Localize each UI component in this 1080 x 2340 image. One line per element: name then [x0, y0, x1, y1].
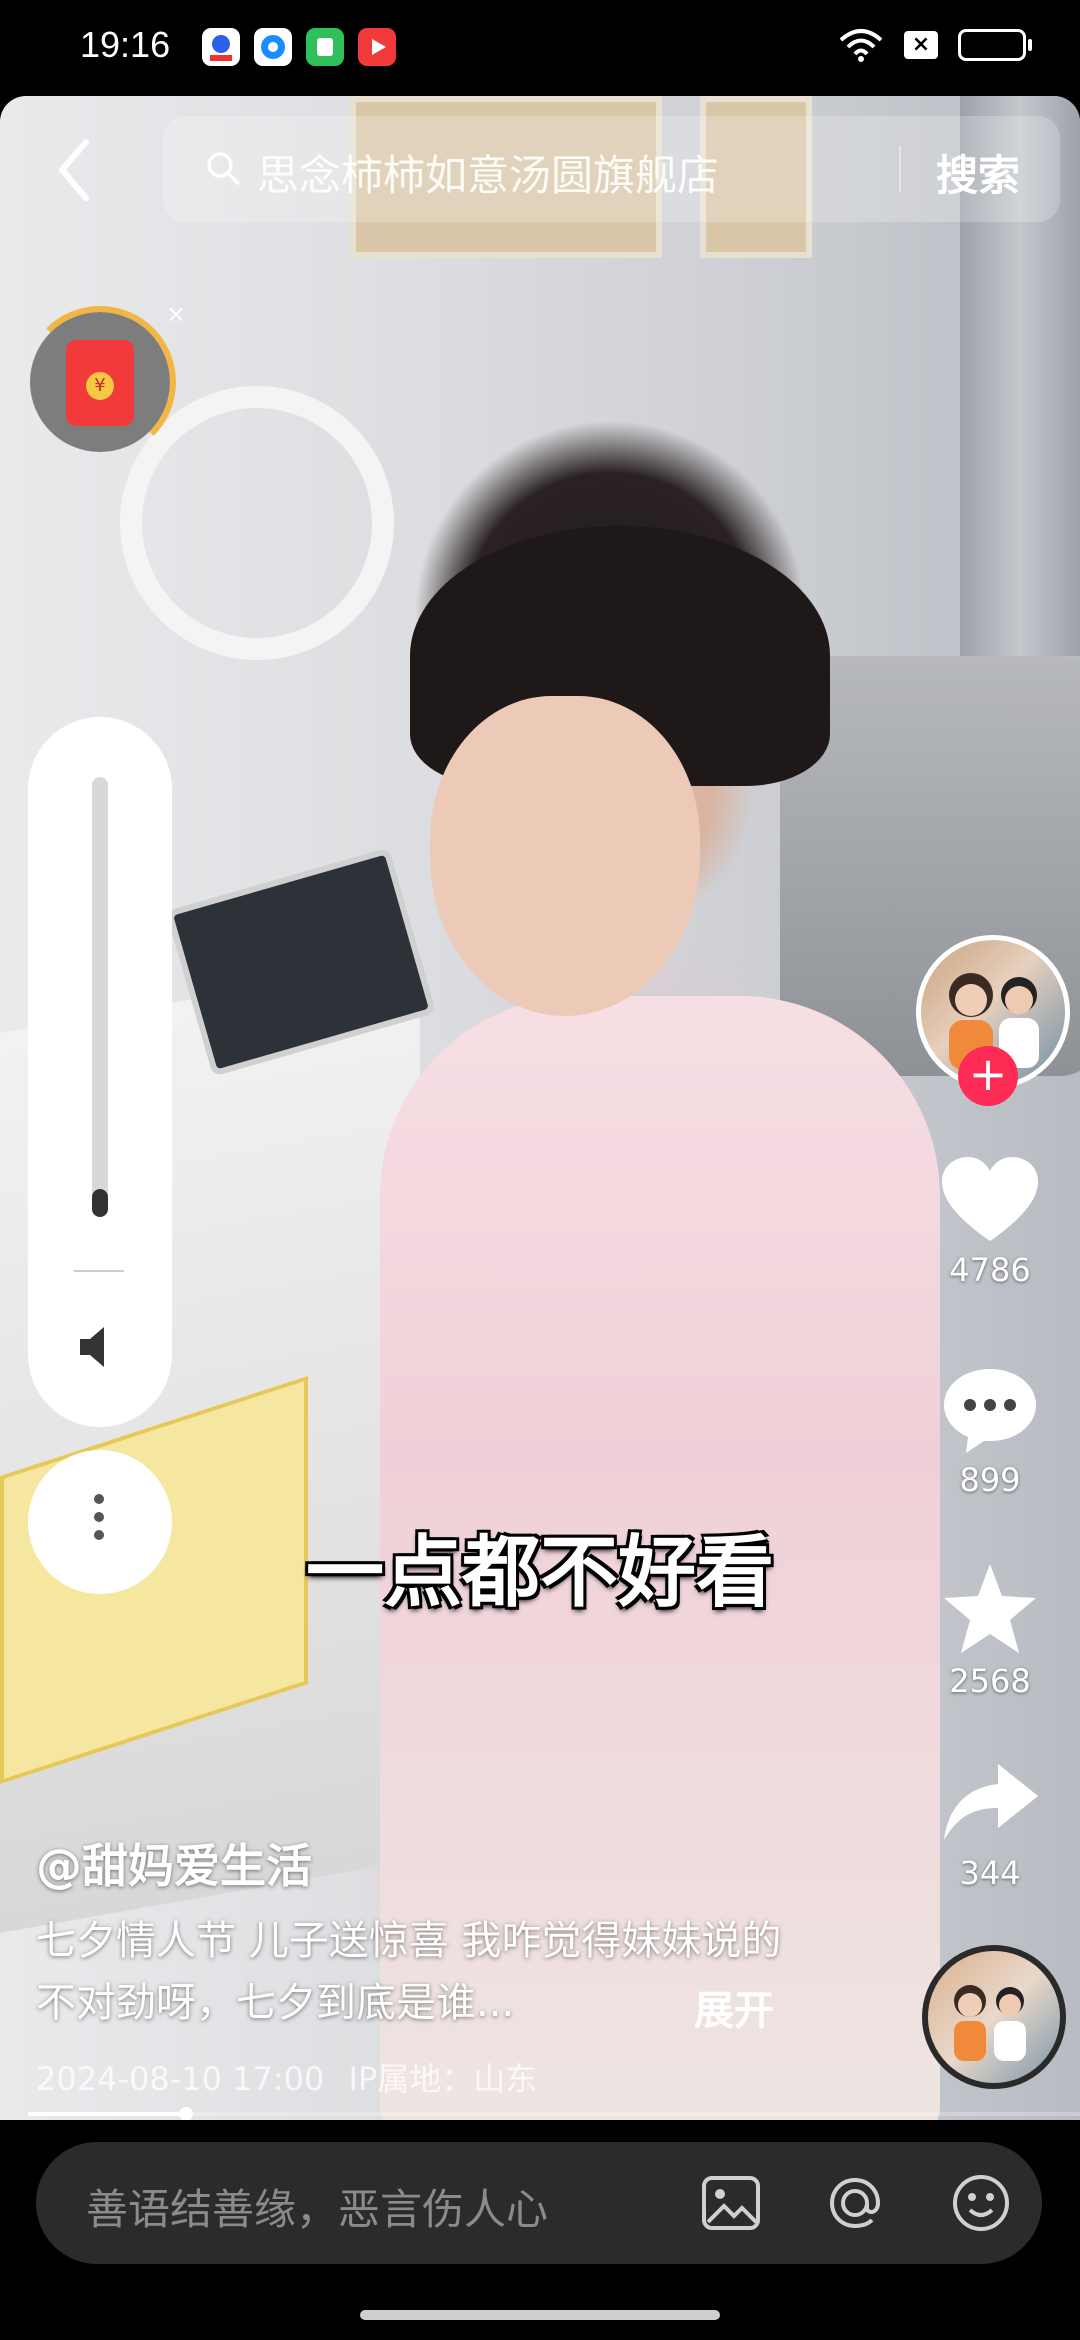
wifi-icon	[839, 29, 883, 62]
at-mention-icon[interactable]	[822, 2170, 888, 2236]
comment-count: 899	[959, 1461, 1021, 1499]
favorite-count: 2568	[949, 1662, 1031, 1700]
progress-knob[interactable]	[178, 2107, 193, 2121]
ip-location: IP属地：山东	[348, 2060, 538, 2098]
heart-icon	[942, 1157, 1038, 1241]
red-packet-close-icon[interactable]: ×	[166, 300, 186, 328]
home-indicator[interactable]	[360, 2310, 720, 2320]
post-meta: 2024-08-10 17:00 IP属地：山东	[36, 2054, 537, 2100]
expand-button[interactable]: 展开	[694, 1978, 774, 2036]
volume-level	[92, 1189, 108, 1217]
share-button[interactable]: 344	[930, 1758, 1050, 1892]
video-subtitle: 一点都不好看	[305, 1528, 774, 1618]
red-packet-widget[interactable]: ¥	[24, 306, 176, 458]
comment-input-bar[interactable]: 善语结善缘，恶言伤人心	[36, 2142, 1042, 2264]
speaker-icon[interactable]	[74, 1321, 126, 1373]
volume-slider[interactable]	[92, 777, 108, 1217]
no-sim-icon: ×	[904, 31, 938, 59]
share-count: 344	[959, 1854, 1021, 1892]
video-progress-bar[interactable]	[28, 2107, 1080, 2121]
volume-panel	[28, 717, 172, 1427]
comment-icon	[944, 1369, 1036, 1453]
post-date: 2024-08-10 17:00	[36, 2060, 325, 2098]
comment-input[interactable]: 善语结善缘，恶言伤人心	[86, 2176, 548, 2237]
follow-button[interactable]: +	[958, 1046, 1018, 1106]
music-disc[interactable]	[922, 1945, 1066, 2089]
comment-button[interactable]: 899	[930, 1365, 1050, 1499]
volume-divider	[74, 1270, 124, 1272]
baidu-app-icon	[202, 28, 240, 66]
status-bar: 19:16 ×	[0, 0, 1080, 96]
girl-face	[430, 696, 700, 1016]
battery-icon	[958, 29, 1032, 61]
search-button[interactable]: 搜索	[936, 142, 1020, 203]
green-app-icon	[306, 28, 344, 66]
image-icon[interactable]	[698, 2170, 764, 2236]
search-input[interactable]: 思念柿柿如意汤圆旗舰店	[257, 142, 719, 203]
like-button[interactable]: 4786	[930, 1155, 1050, 1289]
red-play-app-icon	[358, 28, 396, 66]
progress-fill	[28, 2112, 186, 2116]
status-time: 19:16	[80, 24, 171, 65]
share-arrow-icon	[944, 1764, 1038, 1840]
circle-app-icon	[254, 28, 292, 66]
search-divider	[899, 146, 901, 192]
search-icon	[207, 152, 240, 185]
search-bar[interactable]: 思念柿柿如意汤圆旗舰店 搜索	[163, 116, 1060, 222]
back-button[interactable]	[46, 130, 106, 210]
emoji-icon[interactable]	[948, 2170, 1014, 2236]
music-cover-avatar	[954, 1985, 1026, 2061]
author-name[interactable]: @甜妈爱生活	[36, 1830, 312, 1896]
like-count: 4786	[949, 1251, 1031, 1289]
yuan-seal-icon: ¥	[86, 372, 114, 400]
post-description[interactable]: 七夕情人节 儿子送惊喜 我咋觉得妹妹说的不对劲呀，七夕到底是谁...	[36, 1910, 796, 2034]
chevron-left-icon	[59, 139, 89, 201]
